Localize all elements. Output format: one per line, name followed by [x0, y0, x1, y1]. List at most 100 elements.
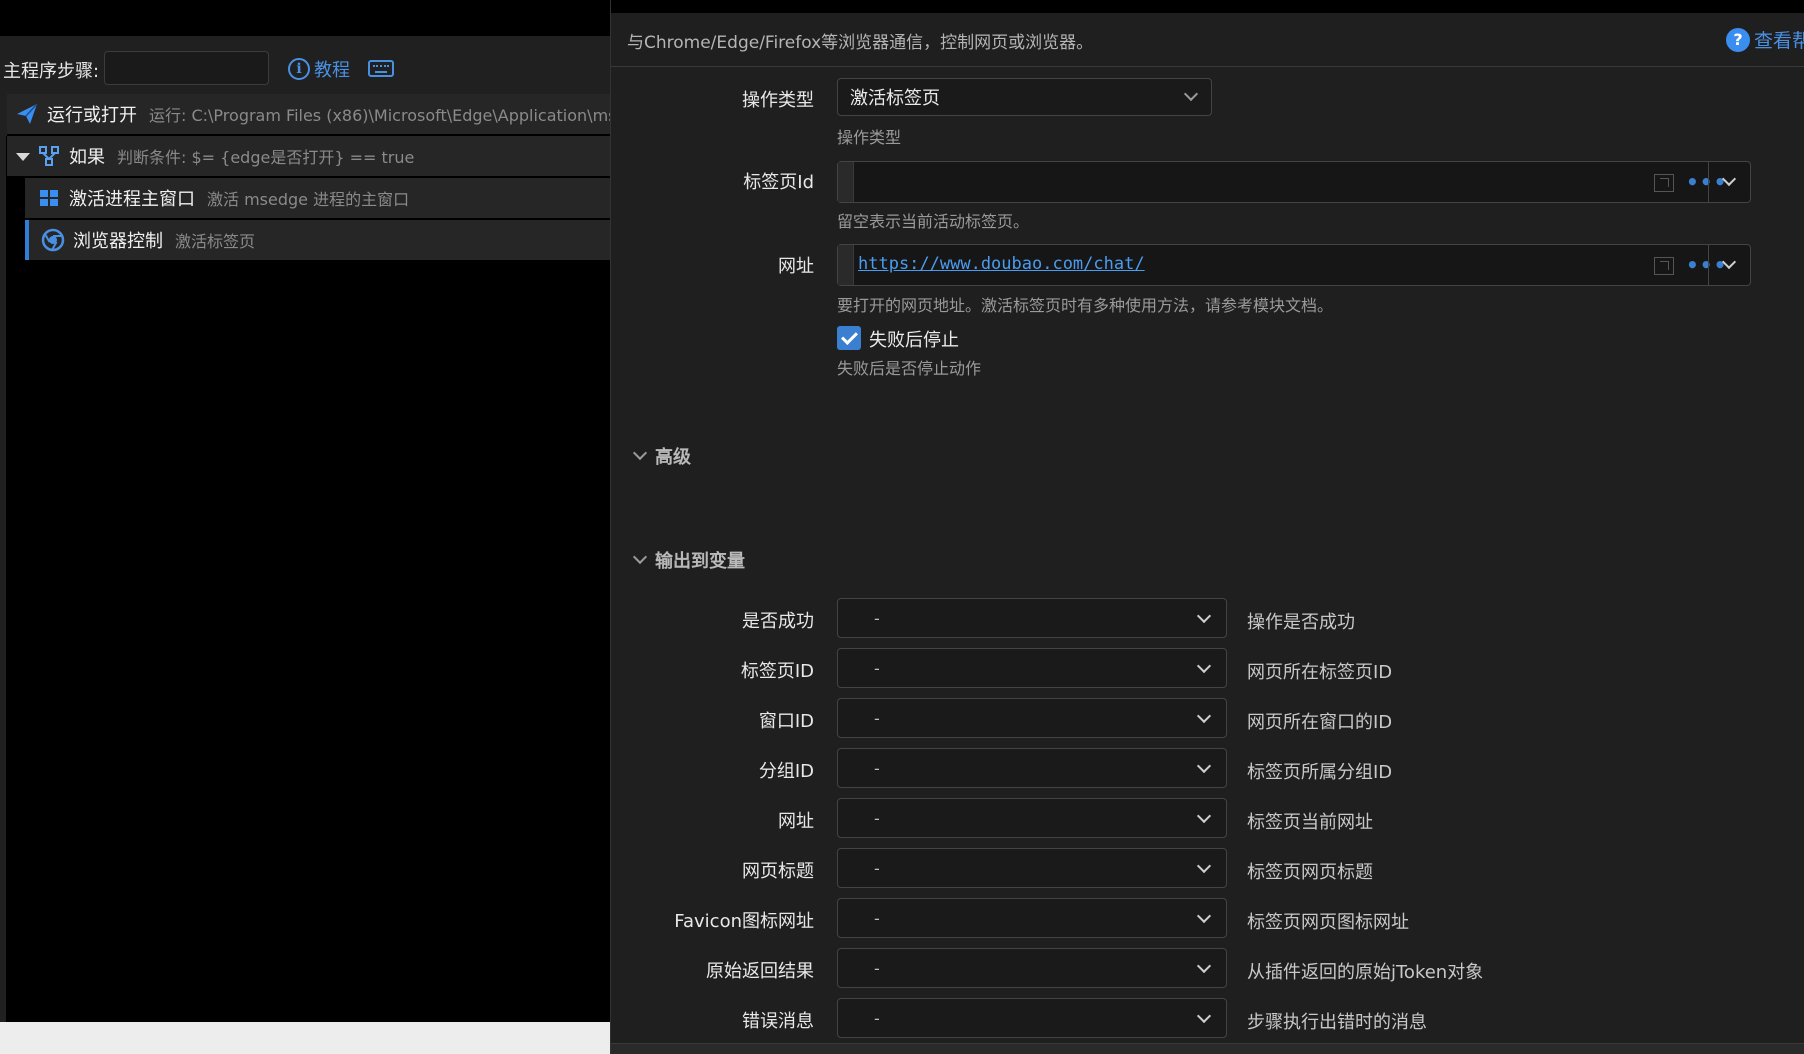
chevron-down-icon	[632, 445, 648, 461]
advanced-section-toggle[interactable]: 高级	[632, 443, 691, 469]
tutorial-link[interactable]: i 教程	[288, 56, 350, 82]
left-status-bar	[0, 1022, 610, 1054]
step-title: 激活进程主窗口	[69, 189, 195, 210]
output-value: -	[874, 959, 880, 978]
tab-id-hint: 留空表示当前活动标签页。	[837, 212, 1030, 231]
chevron-down-icon	[1196, 608, 1212, 624]
main-steps-label: 主程序步骤:	[3, 61, 100, 82]
output-value: -	[874, 1009, 880, 1028]
advanced-section-title: 高级	[655, 447, 691, 468]
output-select[interactable]: -	[837, 698, 1227, 738]
output-desc: 操作是否成功	[1247, 612, 1355, 633]
output-section-toggle[interactable]: 输出到变量	[632, 547, 745, 573]
output-desc: 标签页所属分组ID	[1247, 762, 1393, 783]
stop-on-fail-hint: 失败后是否停止动作	[837, 359, 982, 378]
output-value: -	[874, 809, 880, 828]
left-frame	[0, 136, 6, 1024]
chevron-down-icon	[1196, 908, 1212, 924]
url-input[interactable]: https://www.doubao.com/chat/ •••	[837, 244, 1751, 286]
output-select[interactable]: -	[837, 598, 1227, 638]
step-detail: 激活标签页	[175, 232, 256, 251]
output-label: 网址	[778, 811, 814, 832]
expand-icon[interactable]	[1654, 174, 1674, 192]
step-detail: 判断条件: $= {edge是否打开} == true	[117, 148, 415, 167]
output-select[interactable]: -	[837, 648, 1227, 688]
url-value[interactable]: https://www.doubao.com/chat/	[858, 254, 1145, 274]
help-icon: ?	[1726, 27, 1750, 52]
step-row-run-or-open[interactable]: 运行或打开 运行: C:\Program Files (x86)\Microso…	[7, 94, 610, 134]
workflow-pane: 主程序步骤: i 教程 运行或打开 运行: C:\Program Files (…	[0, 0, 610, 1054]
send-plane-icon	[15, 102, 39, 126]
output-value: -	[874, 759, 880, 778]
output-label: 窗口ID	[758, 711, 814, 732]
info-icon: i	[288, 58, 310, 80]
right-title-bar	[611, 0, 1804, 13]
step-row-activate-window[interactable]: 激活进程主窗口 激活 msedge 进程的主窗口	[25, 178, 610, 218]
output-value: -	[874, 709, 880, 728]
chevron-down-icon	[1196, 658, 1212, 674]
expand-icon[interactable]	[1654, 257, 1674, 275]
step-title: 如果	[69, 147, 105, 168]
url-dropdown-button[interactable]	[1708, 245, 1750, 285]
tutorial-label: 教程	[314, 60, 350, 81]
collapse-triangle-icon[interactable]	[15, 144, 31, 168]
output-desc: 从插件返回的原始jToken对象	[1247, 962, 1484, 983]
tab-id-dropdown-button[interactable]	[1708, 162, 1750, 202]
output-section-title: 输出到变量	[655, 551, 745, 572]
output-value: -	[874, 659, 880, 678]
properties-pane: 与Chrome/Edge/Firefox等浏览器通信，控制网页或浏览器。 ? 查…	[610, 0, 1804, 1054]
chevron-down-icon	[1196, 808, 1212, 824]
help-link[interactable]: ? 查看帮	[1726, 26, 1804, 53]
op-type-select[interactable]: 激活标签页	[837, 78, 1212, 116]
left-title-bar	[0, 0, 610, 36]
chevron-down-icon	[1196, 958, 1212, 974]
chevron-down-icon	[1196, 1008, 1212, 1024]
chevron-down-icon	[1721, 254, 1737, 270]
output-label: 是否成功	[742, 611, 814, 632]
output-desc: 网页所在标签页ID	[1247, 662, 1393, 683]
stop-on-fail-checkbox[interactable]	[837, 326, 861, 350]
output-desc: 步骤执行出错时的消息	[1247, 1012, 1427, 1033]
chevron-down-icon	[1183, 86, 1199, 102]
step-list: 运行或打开 运行: C:\Program Files (x86)\Microso…	[7, 94, 610, 274]
step-row-browser-control[interactable]: 浏览器控制 激活标签页	[25, 220, 610, 260]
divider	[611, 66, 1804, 67]
output-value: -	[874, 609, 880, 628]
right-bottom-bar	[611, 1043, 1804, 1054]
output-label: 分组ID	[758, 761, 814, 782]
output-label: Favicon图标网址	[674, 911, 814, 932]
op-type-label: 操作类型	[742, 90, 814, 111]
output-desc: 标签页网页标题	[1247, 862, 1373, 883]
tab-id-label: 标签页Id	[743, 172, 814, 193]
chevron-down-icon	[1196, 858, 1212, 874]
chrome-icon	[41, 228, 65, 252]
windows-icon	[37, 186, 61, 210]
chevron-down-icon	[1196, 758, 1212, 774]
output-select[interactable]: -	[837, 848, 1227, 888]
output-desc: 标签页网页图标网址	[1247, 912, 1409, 933]
chevron-down-icon	[1721, 171, 1737, 187]
input-gutter	[838, 162, 854, 202]
output-select[interactable]: -	[837, 998, 1227, 1038]
op-type-value: 激活标签页	[850, 88, 940, 109]
output-label: 网页标题	[742, 861, 814, 882]
url-label: 网址	[778, 256, 814, 277]
url-hint: 要打开的网页地址。激活标签页时有多种使用方法，请参考模块文档。	[837, 296, 1334, 315]
op-type-hint: 操作类型	[837, 128, 902, 147]
main-steps-input[interactable]	[104, 51, 269, 85]
output-label: 原始返回结果	[706, 961, 814, 982]
output-value: -	[874, 859, 880, 878]
step-row-if[interactable]: 如果 判断条件: $= {edge是否打开} == true	[7, 136, 610, 176]
input-gutter	[838, 245, 854, 285]
output-select[interactable]: -	[837, 948, 1227, 988]
output-desc: 网页所在窗口的ID	[1247, 712, 1393, 733]
module-description: 与Chrome/Edge/Firefox等浏览器通信，控制网页或浏览器。	[627, 33, 1094, 53]
output-label: 错误消息	[742, 1011, 814, 1032]
output-select[interactable]: -	[837, 898, 1227, 938]
tab-id-input[interactable]: •••	[837, 161, 1751, 203]
step-title: 运行或打开	[47, 105, 137, 126]
output-select[interactable]: -	[837, 748, 1227, 788]
keyboard-icon[interactable]	[368, 60, 394, 77]
step-title: 浏览器控制	[73, 231, 163, 252]
output-select[interactable]: -	[837, 798, 1227, 838]
